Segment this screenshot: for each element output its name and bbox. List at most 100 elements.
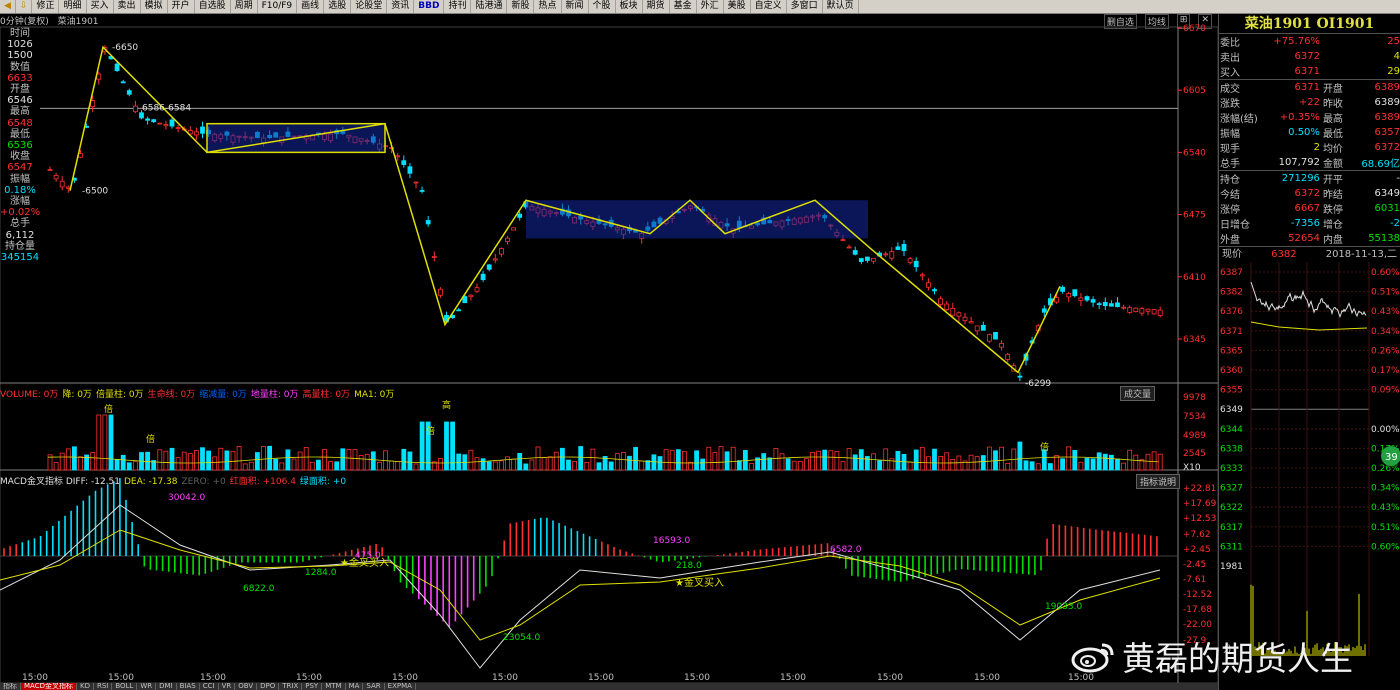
volume-header-item: MA1: 0万: [354, 390, 395, 400]
time-axis-label: 15:00: [877, 673, 903, 683]
indicator-tab[interactable]: MA: [346, 683, 364, 690]
candle-body: [974, 325, 980, 332]
indicator-tab[interactable]: TRIX: [279, 683, 303, 690]
quote-title: 菜油1901 OI1901: [1219, 14, 1400, 34]
indicator-tab[interactable]: SAR: [363, 683, 385, 690]
volume-bar: [395, 461, 401, 471]
indicator-tab[interactable]: RSI: [94, 683, 113, 690]
macd-value-label: 1284.0: [305, 568, 337, 578]
volume-bar: [608, 461, 614, 471]
quote-label: 今结: [1220, 190, 1240, 201]
volume-bar: [1066, 446, 1072, 471]
candle-body: [401, 160, 407, 165]
volume-bar: [261, 446, 266, 471]
candle-body: [1115, 302, 1120, 308]
indicator-tab[interactable]: PSY: [302, 683, 323, 690]
indicator-tab[interactable]: KD: [77, 683, 94, 690]
volume-bar: [785, 458, 791, 471]
volume-bar: [974, 456, 980, 471]
volume-bar: [877, 460, 882, 471]
mini-right-axis-label: 0.26%: [1371, 464, 1400, 474]
volume-bar: [675, 449, 681, 471]
indicator-tab[interactable]: EXPMA: [385, 683, 416, 690]
volume-bar: [736, 460, 742, 471]
quote-label: 日增仓: [1220, 220, 1250, 231]
quote-row: 持仓 271296 开平 -: [1219, 170, 1400, 186]
volume-bar: [169, 447, 175, 471]
candle-body: [193, 131, 199, 136]
indicator-tab[interactable]: OBV: [235, 683, 258, 690]
volume-bar: [157, 449, 163, 471]
quote-label: 涨跌: [1220, 99, 1240, 110]
candle-body: [999, 343, 1004, 348]
candle-body: [968, 321, 974, 324]
volume-bar: [578, 446, 584, 471]
price-axis-label: 6475: [1183, 211, 1206, 221]
candle-body: [901, 244, 907, 252]
candle-body: [480, 273, 486, 281]
indicator-help-button[interactable]: 指标说明: [1136, 474, 1181, 489]
candle-body: [980, 324, 986, 331]
indicator-tab[interactable]: MACD金叉指标: [21, 683, 77, 690]
quote-row: 总手 107,792 金额 68.69亿: [1219, 155, 1400, 171]
volume-bar: [621, 452, 626, 471]
time-axis-label: 15:00: [392, 673, 418, 683]
volume-bar: [334, 461, 340, 471]
indicator-tab[interactable]: BIAS: [177, 683, 200, 690]
volume-bar: [1017, 441, 1023, 471]
volume-bar: [913, 449, 919, 471]
candle-body: [907, 258, 913, 263]
candle-body: [114, 63, 120, 72]
time-axis-label: 15:00: [200, 673, 226, 683]
mini-left-axis-label: 1981: [1220, 562, 1243, 572]
indicator-tab[interactable]: BOLL: [112, 683, 138, 690]
indicator-tab[interactable]: MTM: [322, 683, 346, 690]
kline-chart-area[interactable]: 6670 6605 6540 6475 6410 6345 -6650 6586-6584 -6…: [0, 0, 1218, 683]
quote-value: 6371: [1294, 66, 1320, 77]
volume-bar: [822, 449, 828, 471]
candle-body: [1096, 303, 1102, 306]
indicator-tab[interactable]: 指标: [0, 683, 21, 690]
volume-bar: [627, 455, 632, 471]
indicator-tab[interactable]: CCI: [200, 683, 219, 690]
indicator-tab[interactable]: DPO: [257, 683, 280, 690]
volume-bar: [590, 448, 596, 471]
candle-body: [950, 308, 956, 316]
macd-axis-label: +2.45: [1183, 545, 1211, 555]
quote-label-2: 开平: [1320, 170, 1349, 186]
quote-label: 委比: [1220, 38, 1240, 49]
mini-timeshare-chart[interactable]: 6387 6382 6376 6371 6365 6360 6355 6349 6344 6338…: [1219, 262, 1400, 656]
volume-bar: [944, 452, 950, 471]
candle-body: [1060, 286, 1065, 292]
golden-cross-signal: ★金叉买入: [675, 576, 724, 589]
candle-body: [1072, 289, 1078, 297]
quote-panel: 菜油1901 OI1901 委比 +75.76% 25 卖出 6372 4 买入 6371 29…: [1218, 14, 1400, 690]
volume-bar: [773, 448, 779, 471]
indicator-tab[interactable]: DMI: [156, 683, 177, 690]
volume-header-item: 缩减量: 0万: [199, 390, 247, 400]
volume-bar: [804, 458, 809, 471]
volume-bar: [505, 456, 510, 471]
quote-value-2: 6357: [1374, 127, 1400, 138]
volume-bar: [401, 448, 407, 471]
candle-body: [517, 213, 523, 218]
volume-bar: [102, 414, 108, 471]
candle-body: [1090, 299, 1096, 303]
mini-left-axis-label: 6322: [1220, 503, 1243, 513]
volume-button[interactable]: 成交量: [1120, 386, 1156, 401]
candle-body: [437, 288, 443, 296]
volume-bar: [712, 452, 718, 471]
volume-bar: [474, 457, 480, 471]
indicator-tab[interactable]: WR: [137, 683, 157, 690]
macd-header-item: 红面积: +106.4: [229, 477, 296, 487]
candle-body: [926, 282, 931, 288]
volume-bar: [65, 448, 71, 471]
time-axis-label: 15:00: [588, 673, 614, 683]
macd-value-label: 6582.0: [830, 545, 862, 555]
volume-bar: [254, 452, 260, 471]
volume-bar: [511, 458, 517, 471]
volume-marker: 高: [442, 399, 451, 411]
quote-row: 委比 +75.76% 25: [1219, 34, 1400, 49]
candle-body: [1041, 308, 1047, 313]
indicator-tab[interactable]: VR: [219, 683, 236, 690]
